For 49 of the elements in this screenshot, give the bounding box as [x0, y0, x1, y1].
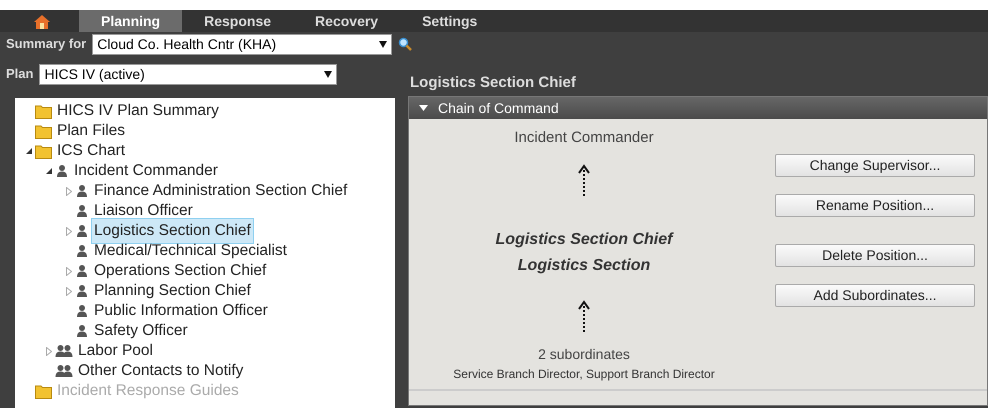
- person-icon: [75, 284, 89, 298]
- nav-tab[interactable]: Planning: [79, 10, 182, 32]
- plan-label: Plan: [6, 65, 34, 84]
- expanded-arrow-icon[interactable]: [45, 167, 53, 175]
- person-icon: [75, 324, 89, 338]
- panel-title: Logistics Section Chief: [409, 73, 577, 93]
- folder-icon: [35, 124, 52, 138]
- section-name: Logistics Section: [518, 256, 650, 276]
- action-button[interactable]: Rename Position...: [775, 194, 975, 217]
- collapsed-arrow-icon[interactable]: [66, 186, 72, 196]
- position-title: Logistics Section Chief: [496, 230, 672, 250]
- supervisor-name: Incident Commander: [514, 128, 654, 148]
- action-button[interactable]: Add Subordinates...: [775, 284, 975, 307]
- person-icon: [55, 164, 69, 178]
- collapsed-arrow-icon[interactable]: [66, 226, 72, 236]
- caret-icon: [379, 40, 388, 48]
- action-button[interactable]: Change Supervisor...: [775, 154, 975, 177]
- subordinate-list: Service Branch Director, Support Branch Director: [453, 364, 715, 382]
- nav-tab[interactable]: Response: [182, 10, 294, 32]
- caret-icon: [419, 105, 428, 111]
- search-icon[interactable]: [398, 37, 412, 51]
- people-icon: [55, 364, 73, 378]
- folder-icon: [35, 144, 52, 158]
- folder-icon: [35, 104, 52, 118]
- collapsed-arrow-icon[interactable]: [66, 266, 72, 276]
- expanded-arrow-icon[interactable]: [25, 147, 33, 155]
- nav-tab[interactable]: Recovery: [293, 10, 400, 32]
- tree-item[interactable]: Logistics Section Chief: [92, 219, 253, 243]
- summary-label: Summary for: [6, 35, 86, 54]
- person-icon: [75, 204, 89, 218]
- collapsed-arrow-icon[interactable]: [66, 286, 72, 296]
- caret-icon: [324, 70, 332, 78]
- dotted-arrow-icon: [578, 164, 590, 198]
- action-button[interactable]: Delete Position...: [775, 244, 975, 267]
- home-icon: [33, 14, 51, 30]
- summary-select[interactable]: Cloud Co. Health Cntr (KHA): [92, 34, 392, 54]
- person-icon: [75, 264, 89, 278]
- person-icon: [75, 224, 89, 238]
- section-header[interactable]: Chain of Command: [409, 97, 987, 119]
- nav-tab[interactable]: Settings: [400, 10, 500, 32]
- subordinate-count: 2 subordinates: [538, 344, 630, 364]
- person-icon: [75, 184, 89, 198]
- person-icon: [75, 304, 89, 318]
- people-icon: [55, 344, 73, 358]
- collapsed-arrow-icon[interactable]: [46, 346, 52, 356]
- folder-icon: [35, 384, 52, 398]
- person-icon: [75, 244, 89, 258]
- dotted-arrow-icon: [578, 300, 590, 334]
- plan-select[interactable]: HICS IV (active): [39, 64, 338, 84]
